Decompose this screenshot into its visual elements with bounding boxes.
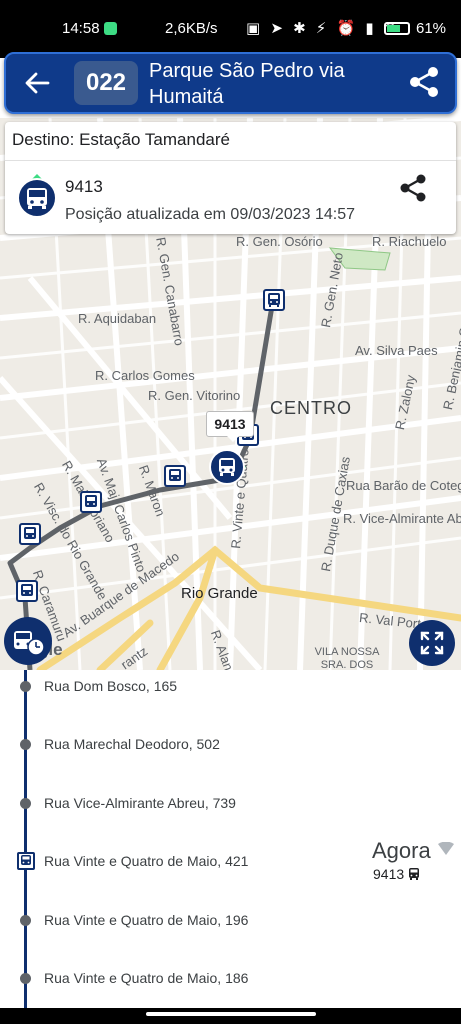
fullscreen-button[interactable] (409, 620, 455, 666)
stop-dot-icon (20, 798, 31, 809)
route-number-badge: 022 (74, 61, 138, 105)
street-label: R. Aquidaban (78, 311, 157, 326)
vehicle-info-card[interactable]: Destino: Estação Tamandaré 9413 Posição … (5, 122, 456, 234)
stop-item[interactable]: Rua Dom Bosco, 165 (0, 672, 461, 722)
bus-icon (24, 527, 36, 539)
system-nav-bar (0, 1008, 461, 1024)
schedule-fab[interactable] (4, 617, 52, 665)
route-name: Parque São Pedro via Humaitá (149, 60, 345, 108)
stop-item[interactable]: Rua Vinte e Quatro de Maio, 196 (0, 906, 461, 956)
bus-icon (409, 868, 419, 880)
stop-name: Rua Vinte e Quatro de Maio, 186 (44, 970, 249, 986)
city-label: Rio Grande (181, 585, 258, 602)
status-bar: 14:58 2,6KB/s ▣ ➤ ✱ ⚡ ⏰ ▮ ◠ 61% (0, 0, 461, 58)
share-route-button[interactable] (406, 64, 442, 100)
arrow-left-icon (25, 72, 50, 94)
stop-dot-icon (20, 973, 31, 984)
bus-clock-icon (14, 631, 45, 656)
neighborhood-label: VILA NOSSA SRA. DOS (314, 646, 380, 670)
bus-stop-marker[interactable] (80, 491, 102, 513)
vehicle-tooltip: 9413 (206, 411, 254, 442)
street-label: Rua Barão de Cotegipe (346, 478, 461, 493)
screen: 14:58 2,6KB/s ▣ ➤ ✱ ⚡ ⏰ ▮ ◠ 61% R. Gen. … (0, 0, 461, 1024)
status-icons: ▣ ➤ ✱ ⚡ ⏰ ▮ ◠ (246, 20, 400, 37)
position-updated-text: Posição atualizada em 09/03/2023 14:57 (65, 206, 355, 223)
stop-dot-icon (20, 915, 31, 926)
street-label: R. Gen. Osório (236, 234, 323, 249)
status-time: 14:58 (62, 20, 100, 37)
vehicle-bus-marker[interactable] (208, 448, 246, 486)
notification-app-icon (104, 22, 117, 35)
stop-name: Rua Vice-Almirante Abreu, 739 (44, 795, 236, 811)
vehicle-number: 9413 (65, 177, 103, 196)
stop-dot-icon (20, 681, 31, 692)
bus-icon (169, 469, 181, 481)
expand-icon (420, 631, 444, 655)
arrival-eta: Agora (372, 838, 431, 863)
battery-percent: 61% (416, 20, 447, 37)
arrival-vehicle-number: 9413 (373, 866, 405, 882)
bus-icon (268, 293, 280, 307)
street-label: R. Carlos Gomes (95, 368, 195, 383)
bus-stop-marker[interactable] (19, 523, 41, 545)
share-icon (400, 174, 426, 202)
stops-list[interactable]: Rua Dom Bosco, 165 Rua Marechal Deodoro,… (0, 670, 461, 1008)
bus-stop-marker[interactable] (16, 580, 38, 602)
network-speed: 2,6KB/s (165, 20, 218, 37)
bus-stop-marker[interactable] (164, 465, 186, 487)
stop-name: Rua Vinte e Quatro de Maio, 421 (44, 853, 249, 869)
share-icon (410, 67, 438, 97)
stop-name: Rua Marechal Deodoro, 502 (44, 736, 220, 752)
app-header: 022 Parque São Pedro via Humaitá (4, 52, 457, 114)
divider (5, 160, 456, 161)
bus-icon (21, 584, 33, 596)
destination-label: Destino: Estação Tamandaré (12, 130, 230, 149)
home-indicator[interactable] (146, 1012, 316, 1016)
street-label: R. Riachuelo (372, 234, 447, 249)
share-vehicle-button[interactable] (397, 172, 429, 204)
stop-item[interactable]: Rua Marechal Deodoro, 502 (0, 730, 461, 780)
battery-icon (384, 22, 410, 35)
back-button[interactable] (22, 68, 56, 98)
street-label: R. Vice-Almirante Abre (343, 511, 461, 526)
stop-item[interactable]: Rua Vice-Almirante Abreu, 739 (0, 789, 461, 839)
bus-icon (85, 495, 97, 507)
stop-name: Rua Dom Bosco, 165 (44, 678, 178, 694)
street-label: Av. Silva Paes (355, 343, 438, 358)
bus-stop-marker[interactable] (263, 289, 285, 311)
stop-dot-icon (20, 739, 31, 750)
stop-item[interactable]: Rua Vinte e Quatro de Maio, 186 (0, 964, 461, 1014)
vehicle-avatar-icon (17, 174, 57, 218)
bus-icon (17, 852, 35, 870)
realtime-signal-icon (438, 842, 454, 855)
stop-name: Rua Vinte e Quatro de Maio, 196 (44, 912, 249, 928)
street-label: R. Gen. Vitorino (148, 388, 241, 403)
district-label: CENTRO (270, 398, 352, 418)
